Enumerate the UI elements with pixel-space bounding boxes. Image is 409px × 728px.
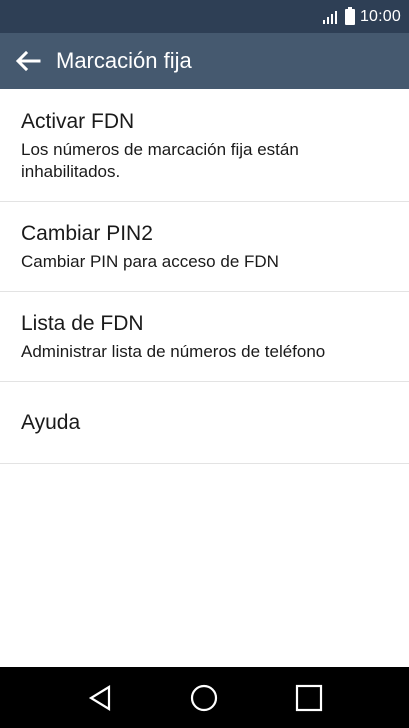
setting-title: Lista de FDN: [21, 312, 144, 335]
arrow-left-icon: [15, 50, 41, 72]
setting-subtitle: Los números de marcación fija están inha…: [21, 139, 299, 181]
setting-lista-fdn[interactable]: Lista de FDN Administrar lista de número…: [0, 292, 409, 382]
screen: 10:00 Marcación fija Activar FDN Los núm…: [0, 0, 409, 728]
nav-recents-button[interactable]: [279, 673, 339, 723]
battery-icon: [344, 6, 355, 25]
setting-title: Ayuda: [21, 410, 81, 434]
recents-square-icon: [295, 684, 322, 711]
navigation-bar: [0, 667, 409, 728]
back-triangle-icon: [89, 684, 111, 711]
page-title: Marcación fija: [56, 48, 192, 73]
nav-back-button[interactable]: [70, 673, 130, 723]
back-button[interactable]: [0, 33, 56, 89]
setting-cambiar-pin2[interactable]: Cambiar PIN2 Cambiar PIN para acceso de …: [0, 202, 409, 292]
status-time: 10:00: [359, 7, 401, 25]
setting-subtitle: Cambiar PIN para acceso de FDN: [21, 252, 279, 271]
setting-title: Cambiar PIN2: [21, 222, 153, 245]
nav-home-button[interactable]: [174, 673, 234, 723]
setting-activar-fdn[interactable]: Activar FDN Los números de marcación fij…: [0, 89, 409, 202]
settings-list: Activar FDN Los números de marcación fij…: [0, 89, 409, 464]
setting-title: Activar FDN: [21, 109, 135, 133]
setting-subtitle: Administrar lista de números de teléfono: [21, 342, 326, 361]
status-bar: 10:00: [0, 0, 409, 33]
signal-icon: [322, 10, 337, 24]
home-circle-icon: [191, 684, 218, 711]
setting-ayuda[interactable]: Ayuda: [0, 382, 409, 464]
app-bar: Marcación fija: [0, 33, 409, 89]
